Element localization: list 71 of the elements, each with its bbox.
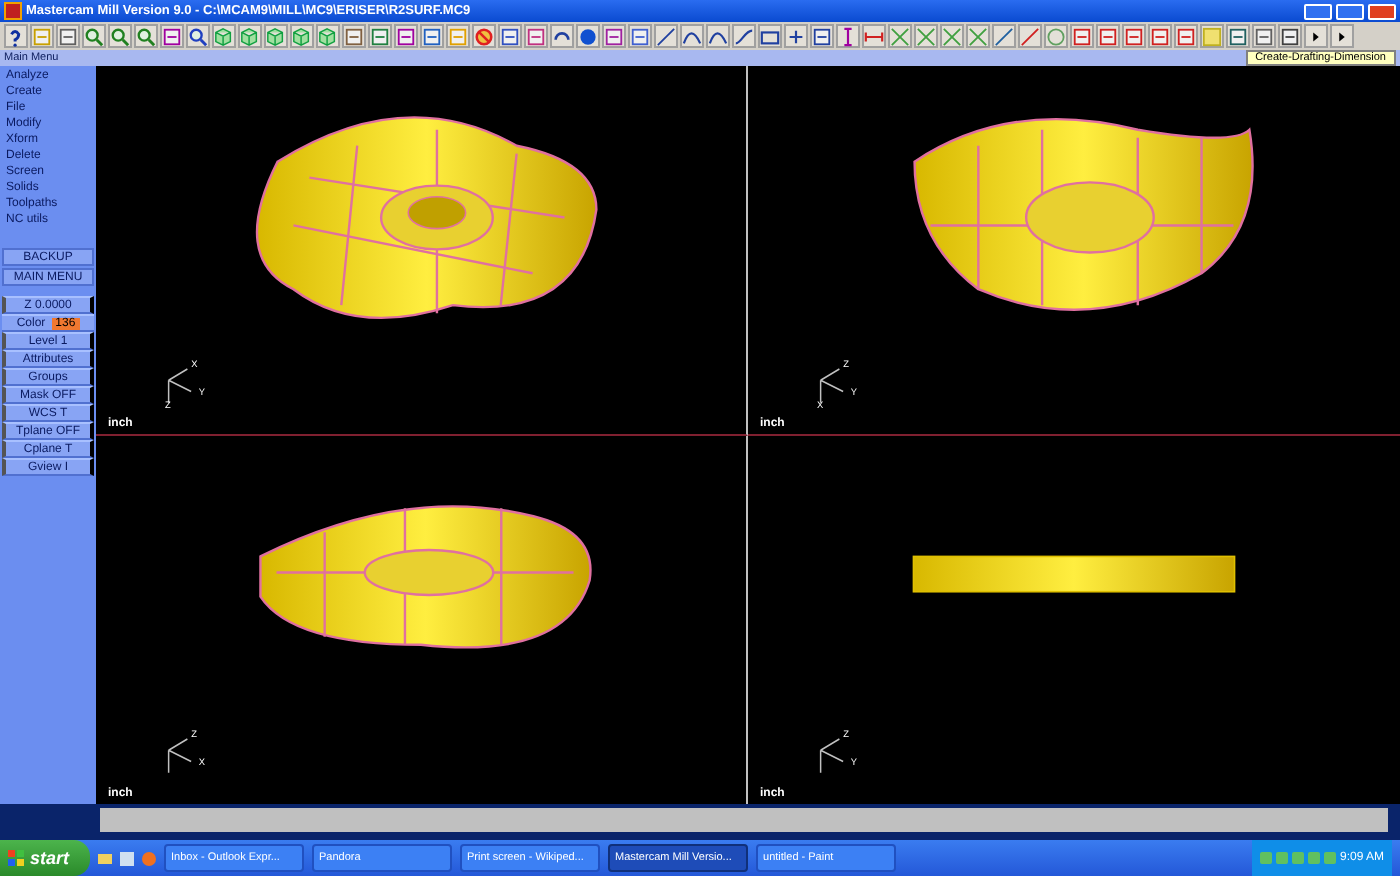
tool-icon — [812, 25, 832, 47]
cube-icon — [214, 25, 234, 47]
tool-icon — [422, 25, 442, 47]
magnifier-icon — [110, 25, 130, 47]
tool-button[interactable] — [706, 24, 730, 48]
tool-icon — [1098, 25, 1118, 47]
tool-icon — [344, 25, 364, 47]
help-icon — [6, 25, 26, 47]
tool-button[interactable] — [160, 24, 184, 48]
tool-icon — [32, 25, 52, 47]
cross-icon — [890, 25, 910, 47]
tool-button[interactable] — [732, 24, 756, 48]
cube-icon — [266, 25, 286, 47]
tool-icon — [1150, 25, 1170, 47]
tool-button[interactable] — [654, 24, 678, 48]
tool-button[interactable] — [1330, 24, 1354, 48]
magnifier-icon — [136, 25, 156, 47]
rectangle-icon — [760, 25, 780, 47]
tool-icon — [500, 25, 520, 47]
magnifier-icon — [84, 25, 104, 47]
tool-icon — [1254, 25, 1274, 47]
tool-button[interactable] — [4, 24, 28, 48]
plus-icon — [786, 25, 806, 47]
maximize-button[interactable] — [1336, 3, 1364, 19]
cross-icon — [916, 25, 936, 47]
cross-icon — [942, 25, 962, 47]
start-button[interactable]: start — [0, 840, 90, 876]
tool-icon — [1124, 25, 1144, 47]
tool-button[interactable] — [498, 24, 522, 48]
tool-icon — [526, 25, 546, 47]
tool-icon — [1228, 25, 1248, 47]
folder-icon[interactable] — [97, 851, 112, 865]
tool-icon — [630, 25, 650, 47]
cube-icon — [318, 25, 338, 47]
minimize-button[interactable] — [1304, 3, 1332, 19]
vertical-dimension-icon — [838, 25, 858, 47]
tool-icon — [1072, 25, 1092, 47]
curve-icon — [734, 25, 754, 47]
flag-icon — [8, 850, 24, 866]
tool-button[interactable] — [758, 24, 782, 48]
prohibited-icon — [474, 25, 494, 47]
tool-icon — [1176, 25, 1196, 47]
app-icon — [4, 2, 22, 20]
cross-icon — [968, 25, 988, 47]
line-icon — [656, 25, 676, 47]
window-icon[interactable] — [119, 851, 134, 865]
tool-button[interactable] — [394, 24, 418, 48]
tool-button[interactable] — [1226, 24, 1250, 48]
tool-icon — [1280, 25, 1300, 47]
circle-icon — [1046, 25, 1066, 47]
sphere-icon — [578, 25, 598, 47]
tool-button[interactable] — [550, 24, 574, 48]
tool-icon — [370, 25, 390, 47]
line-icon — [994, 25, 1014, 47]
cube-icon — [240, 25, 260, 47]
square-icon — [1202, 25, 1222, 47]
tool-button[interactable] — [186, 24, 210, 48]
tool-icon — [448, 25, 468, 47]
magnifier-icon — [188, 25, 208, 47]
line-icon — [1020, 25, 1040, 47]
tool-icon — [396, 25, 416, 47]
tool-button[interactable] — [680, 24, 704, 48]
tool-button[interactable] — [1278, 24, 1302, 48]
tool-button[interactable] — [784, 24, 808, 48]
cube-icon — [292, 25, 312, 47]
tool-icon — [162, 25, 182, 47]
tool-button[interactable] — [810, 24, 834, 48]
close-button[interactable] — [1368, 3, 1396, 19]
tool-button[interactable] — [1304, 24, 1328, 48]
tool-icon — [58, 25, 78, 47]
tool-icon — [604, 25, 624, 47]
